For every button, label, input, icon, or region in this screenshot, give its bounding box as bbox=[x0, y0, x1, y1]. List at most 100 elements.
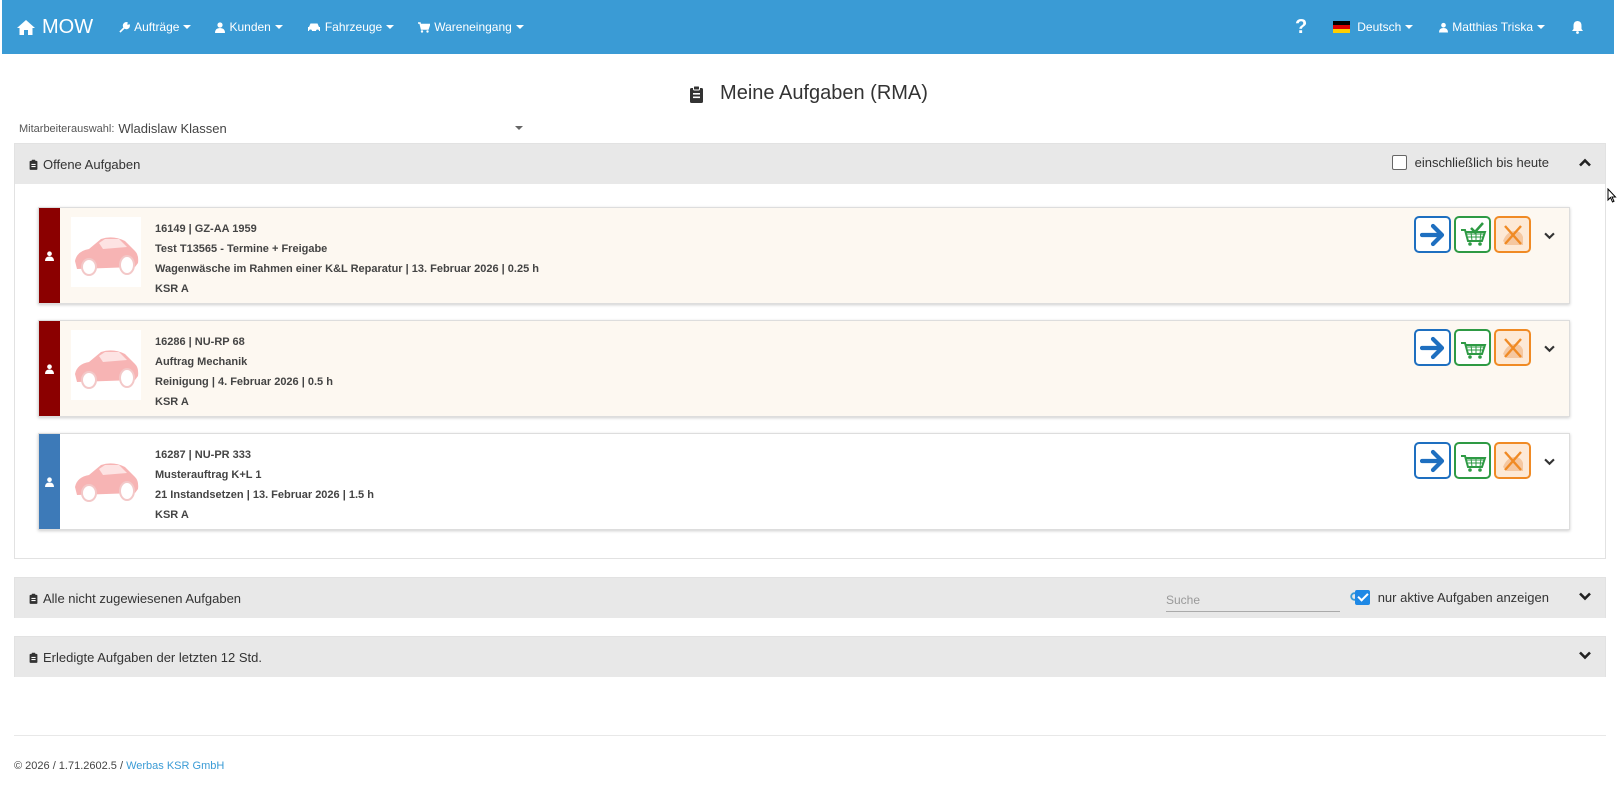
user-icon bbox=[215, 21, 226, 33]
cart-icon bbox=[418, 21, 431, 33]
footer: © 2026 / 1.71.2602.5 / Werbas KSR GmbH bbox=[14, 760, 224, 772]
unassigned-tasks-header[interactable]: Alle nicht zugewiesenen Aufgaben Suche n… bbox=[15, 578, 1605, 618]
cancel-hand-icon bbox=[1502, 224, 1523, 245]
nav-fahrzeuge-label: Fahrzeuge bbox=[324, 20, 383, 34]
task-details: 16286 | NU-RP 68 Auftrag Mechanik Reinig… bbox=[155, 321, 333, 416]
completed-tasks-header[interactable]: Erledigte Aufgaben der letzten 12 Std. bbox=[15, 637, 1605, 677]
nav-auftraege[interactable]: Aufträge bbox=[119, 20, 192, 34]
caret-down-icon bbox=[274, 25, 283, 29]
task-status-bar bbox=[39, 208, 60, 303]
employee-select[interactable]: Mitarbeiterauswahl: Wladislaw Klassen bbox=[19, 114, 531, 144]
task-order-title: Test T13565 - Termine + Freigabe bbox=[155, 243, 328, 255]
car-image bbox=[71, 443, 141, 513]
language-label: Deutsch bbox=[1357, 20, 1402, 34]
task-order-plate: 16286 | NU-RP 68 bbox=[155, 336, 245, 348]
chevron-down-icon[interactable] bbox=[1544, 345, 1555, 353]
include-until-today-checkbox[interactable] bbox=[1391, 155, 1407, 170]
arrow-right-icon bbox=[1419, 449, 1444, 472]
clipboard-icon bbox=[29, 593, 38, 604]
caret-down-icon bbox=[1537, 25, 1545, 29]
task-status-bar bbox=[39, 321, 60, 416]
nav-wareneingang[interactable]: Wareneingang bbox=[418, 20, 524, 34]
chevron-down-icon[interactable] bbox=[1544, 458, 1555, 466]
open-tasks-title: Offene Aufgaben bbox=[43, 156, 141, 172]
task-job-info: Wagenwäsche im Rahmen einer K&L Reparatu… bbox=[155, 263, 539, 275]
user-icon bbox=[45, 476, 54, 487]
arrow-right-icon bbox=[1419, 223, 1444, 246]
include-until-today-filter[interactable]: einschließlich bis heute bbox=[1391, 155, 1549, 170]
unassigned-tasks-title: Alle nicht zugewiesenen Aufgaben bbox=[43, 590, 242, 606]
clipboard-icon bbox=[690, 85, 704, 103]
task-location: KSR A bbox=[155, 509, 189, 521]
completed-tasks-title: Erledigte Aufgaben der letzten 12 Std. bbox=[43, 649, 262, 665]
completed-tasks-panel: Erledigte Aufgaben der letzten 12 Std. bbox=[14, 636, 1606, 677]
include-until-today-label: einschließlich bis heute bbox=[1414, 155, 1549, 170]
open-task-button[interactable] bbox=[1414, 442, 1451, 479]
open-task-button[interactable] bbox=[1414, 329, 1451, 366]
arrow-right-icon bbox=[1419, 336, 1444, 359]
open-tasks-header[interactable]: Offene Aufgaben einschließlich bis heute bbox=[15, 144, 1605, 184]
brand-link[interactable]: MOW bbox=[16, 16, 93, 39]
user-menu[interactable]: Matthias Triska bbox=[1439, 20, 1545, 34]
caret-down-icon bbox=[515, 126, 523, 130]
car-image bbox=[71, 217, 141, 287]
clipboard-icon bbox=[29, 159, 38, 170]
help-button[interactable]: ? bbox=[1295, 16, 1307, 39]
footer-company-link[interactable]: Werbas KSR GmbH bbox=[126, 760, 224, 772]
footer-divider bbox=[14, 735, 1606, 736]
nav-kunden[interactable]: Kunden bbox=[215, 20, 283, 34]
task-card[interactable]: 16149 | GZ-AA 1959 Test T13565 - Termine… bbox=[38, 207, 1570, 304]
open-task-button[interactable] bbox=[1414, 216, 1451, 253]
wrench-icon bbox=[119, 21, 131, 33]
clipboard-icon bbox=[29, 652, 38, 663]
caret-down-icon bbox=[515, 25, 524, 29]
unassigned-tasks-panel: Alle nicht zugewiesenen Aufgaben Suche n… bbox=[14, 577, 1606, 618]
german-flag-icon bbox=[1333, 21, 1351, 33]
active-only-checkbox[interactable] bbox=[1354, 590, 1370, 605]
cart-icon bbox=[1460, 341, 1486, 359]
active-only-filter[interactable]: nur aktive Aufgaben anzeigen bbox=[1354, 590, 1549, 605]
active-only-label: nur aktive Aufgaben anzeigen bbox=[1377, 590, 1549, 605]
order-parts-button[interactable] bbox=[1454, 216, 1491, 253]
task-job-info: 21 Instandsetzen | 13. Februar 2026 | 1.… bbox=[155, 489, 374, 501]
home-icon bbox=[17, 19, 35, 35]
page-title: Meine Aufgaben (RMA) bbox=[0, 82, 1617, 105]
task-card[interactable]: 16286 | NU-RP 68 Auftrag Mechanik Reinig… bbox=[38, 320, 1570, 417]
brand-label: MOW bbox=[42, 15, 94, 38]
footer-version: © 2026 / 1.71.2602.5 / bbox=[14, 760, 127, 772]
user-icon bbox=[45, 363, 54, 374]
task-job-info: Reinigung | 4. Februar 2026 | 0.5 h bbox=[155, 376, 333, 388]
help-label: ? bbox=[1295, 15, 1308, 38]
notifications-button[interactable] bbox=[1571, 20, 1588, 34]
search-input[interactable]: Suche bbox=[1166, 588, 1340, 612]
caret-down-icon bbox=[183, 25, 192, 29]
user-icon bbox=[1439, 22, 1449, 32]
mouse-cursor-icon bbox=[1607, 188, 1617, 203]
nav-fahrzeuge[interactable]: Fahrzeuge bbox=[307, 20, 395, 34]
caret-down-icon bbox=[1405, 25, 1414, 29]
task-card[interactable]: 16287 | NU-PR 333 Musterauftrag K+L 1 21… bbox=[38, 433, 1570, 530]
chevron-down-icon[interactable] bbox=[1579, 651, 1591, 660]
top-navbar: MOW Aufträge Kunden Fahrzeuge Wareneinga… bbox=[2, 0, 1614, 54]
chevron-down-icon[interactable] bbox=[1544, 232, 1555, 240]
user-label: Matthias Triska bbox=[1452, 20, 1533, 34]
order-parts-button[interactable] bbox=[1454, 329, 1491, 366]
task-order-title: Auftrag Mechanik bbox=[155, 356, 248, 368]
cancel-hand-icon bbox=[1502, 450, 1523, 471]
employee-select-value: Wladislaw Klassen bbox=[118, 121, 227, 136]
nav-kunden-label: Kunden bbox=[229, 20, 271, 34]
cancel-task-button[interactable] bbox=[1494, 329, 1531, 366]
order-parts-button[interactable] bbox=[1454, 442, 1491, 479]
bell-icon bbox=[1572, 21, 1583, 34]
search-placeholder: Suche bbox=[1166, 592, 1201, 607]
language-dropdown[interactable]: Deutsch bbox=[1333, 20, 1414, 34]
chevron-down-icon[interactable] bbox=[1579, 592, 1591, 601]
nav-auftraege-label: Aufträge bbox=[134, 20, 180, 34]
chevron-up-icon[interactable] bbox=[1579, 158, 1591, 167]
cart-check-icon bbox=[1460, 221, 1486, 246]
cancel-task-button[interactable] bbox=[1494, 216, 1531, 253]
user-icon bbox=[45, 250, 54, 261]
cancel-task-button[interactable] bbox=[1494, 442, 1531, 479]
task-details: 16287 | NU-PR 333 Musterauftrag K+L 1 21… bbox=[155, 434, 374, 529]
car-image bbox=[71, 330, 141, 400]
